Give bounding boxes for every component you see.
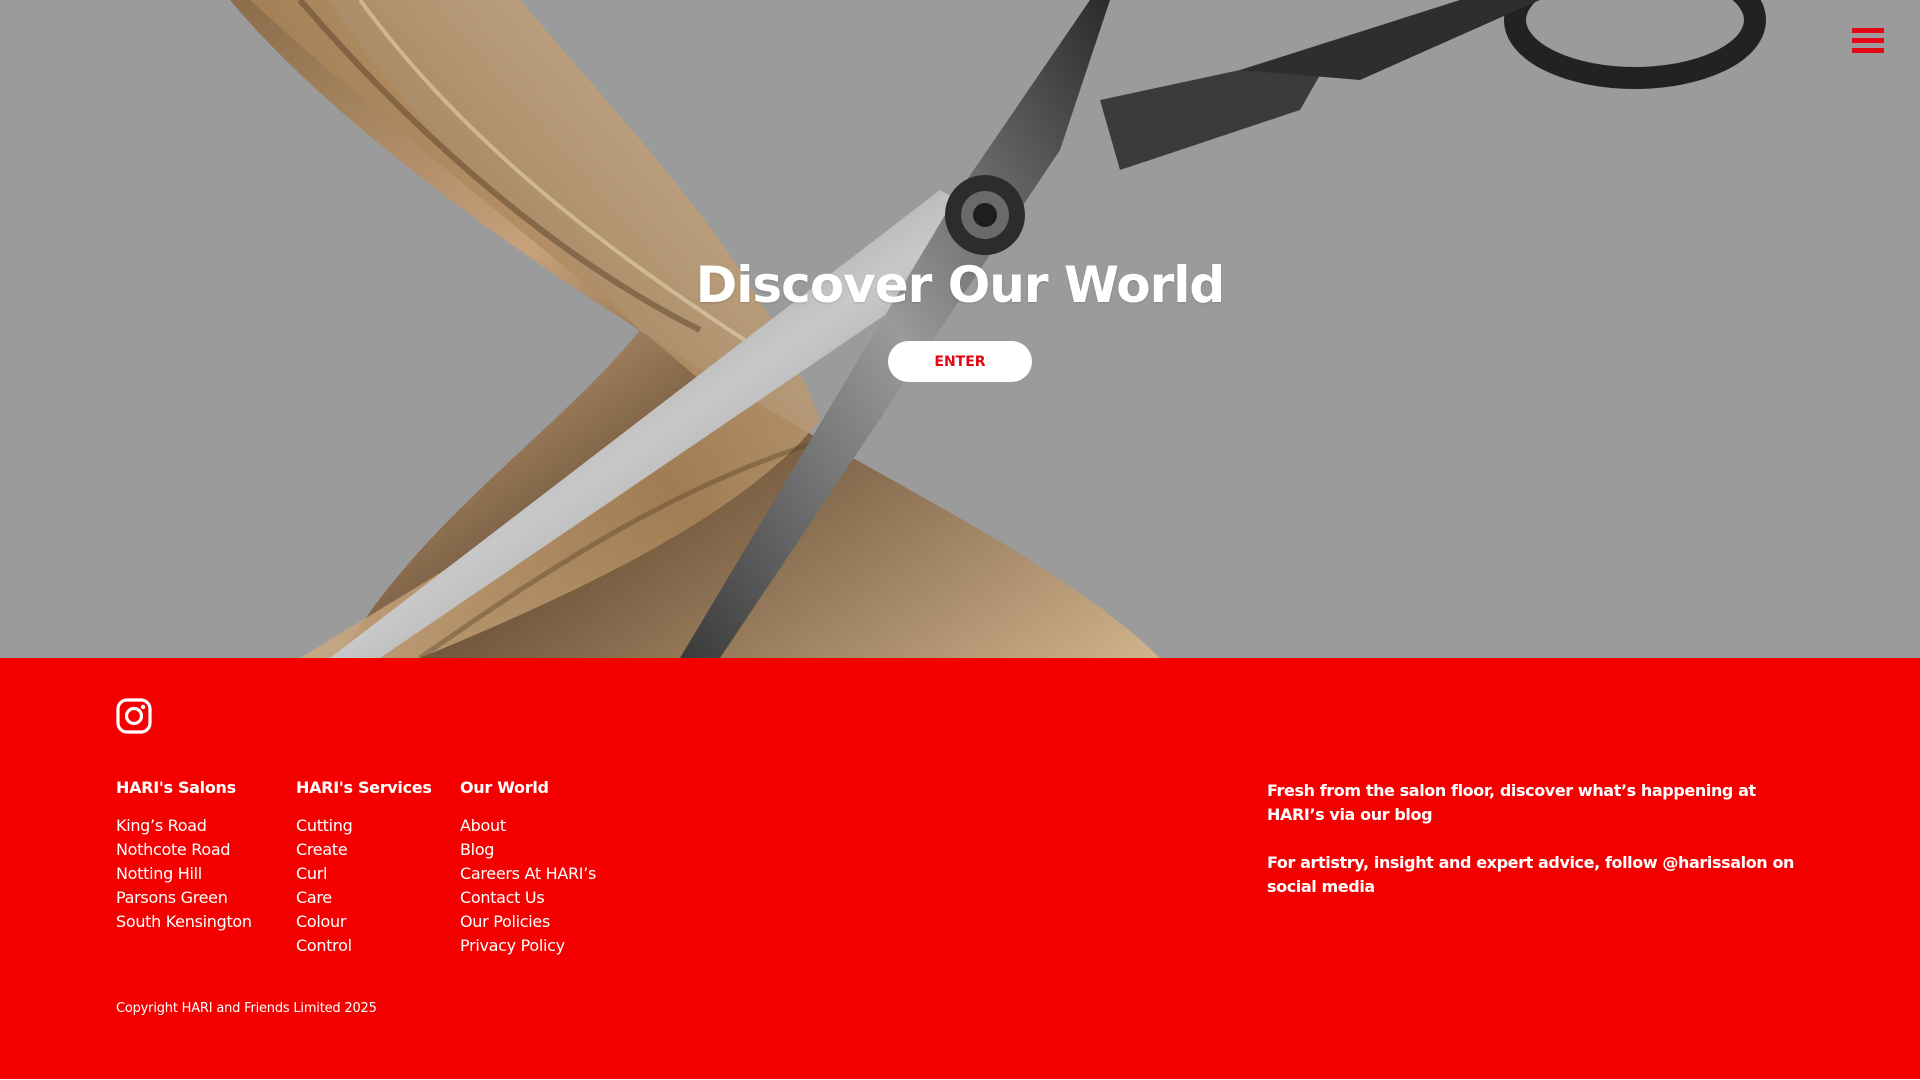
our-world-link[interactable]: About — [460, 814, 596, 838]
service-link[interactable]: Control — [296, 934, 432, 958]
service-link[interactable]: Curl — [296, 862, 432, 886]
hair-and-scissors-image — [230, 0, 1766, 658]
hero-title: Discover Our World — [695, 256, 1225, 314]
our-world-link[interactable]: Contact Us — [460, 886, 596, 910]
site-footer: HARI's Salons King’s Road Nothcote Road … — [0, 658, 1920, 1080]
services-column: HARI's Services Cutting Create Curl Care… — [296, 778, 432, 958]
salon-link[interactable]: King’s Road — [116, 814, 252, 838]
menu-bar — [1852, 48, 1884, 53]
salon-link[interactable]: South Kensington — [116, 910, 252, 934]
our-world-column: Our World About Blog Careers At HARI’s C… — [460, 778, 596, 958]
our-world-link[interactable]: Our Policies — [460, 910, 596, 934]
our-world-link[interactable]: Privacy Policy — [460, 934, 596, 958]
our-world-link[interactable]: Careers At HARI’s — [460, 862, 596, 886]
services-heading: HARI's Services — [296, 778, 432, 797]
menu-bar — [1852, 38, 1884, 43]
service-link[interactable]: Care — [296, 886, 432, 910]
hamburger-menu-icon[interactable] — [1852, 28, 1884, 58]
hero-section: Discover Our World ENTER — [0, 0, 1920, 658]
service-link[interactable]: Create — [296, 838, 432, 862]
our-world-link[interactable]: Blog — [460, 838, 596, 862]
footer-blurb: Fresh from the salon floor, discover wha… — [1267, 779, 1807, 923]
menu-bar — [1852, 28, 1884, 33]
salon-link[interactable]: Parsons Green — [116, 886, 252, 910]
services-list: Cutting Create Curl Care Colour Control — [296, 814, 432, 958]
salons-heading: HARI's Salons — [116, 778, 236, 797]
salons-column: HARI's Salons King’s Road Nothcote Road … — [116, 778, 252, 934]
our-world-list: About Blog Careers At HARI’s Contact Us … — [460, 814, 596, 958]
service-link[interactable]: Colour — [296, 910, 432, 934]
salon-link[interactable]: Notting Hill — [116, 862, 252, 886]
service-link[interactable]: Cutting — [296, 814, 432, 838]
salons-list: King’s Road Nothcote Road Notting Hill P… — [116, 814, 252, 934]
our-world-heading: Our World — [460, 778, 549, 797]
enter-button[interactable]: ENTER — [888, 341, 1032, 382]
copyright-text: Copyright HARI and Friends Limited 2025 — [116, 1001, 377, 1016]
blog-blurb[interactable]: Fresh from the salon floor, discover wha… — [1267, 779, 1807, 827]
salon-link[interactable]: Nothcote Road — [116, 838, 252, 862]
instagram-icon[interactable] — [116, 698, 152, 734]
social-blurb[interactable]: For artistry, insight and expert advice,… — [1267, 851, 1807, 899]
